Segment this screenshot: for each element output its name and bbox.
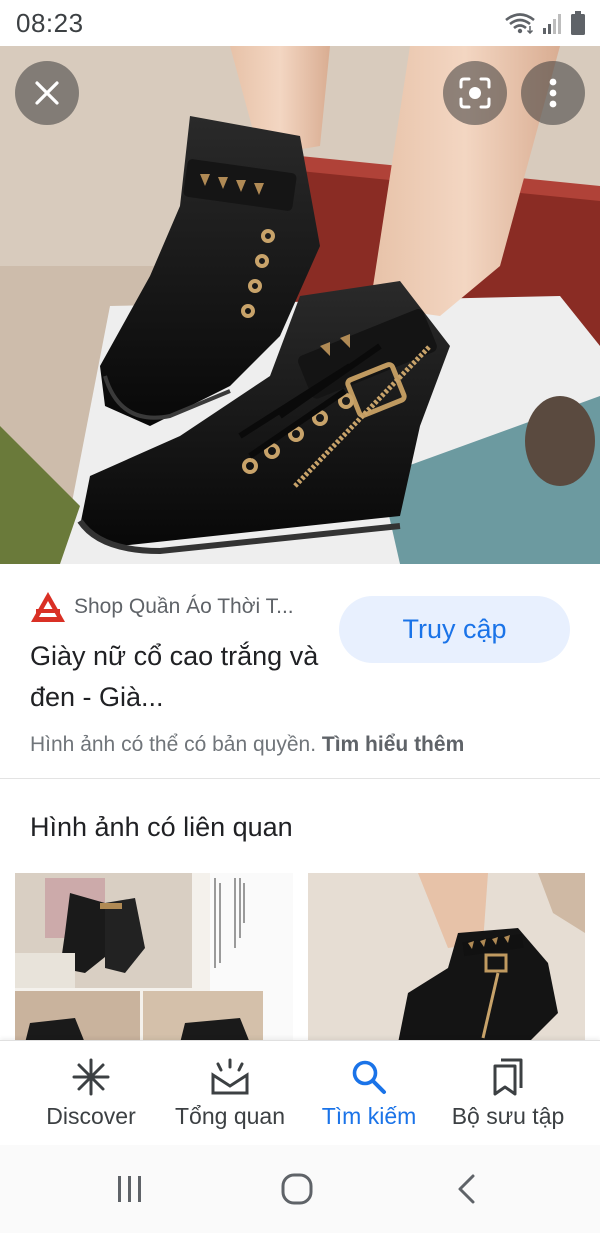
collections-icon [491, 1057, 525, 1097]
status-bar: 08:23 [0, 0, 600, 46]
nav-label: Discover [46, 1103, 136, 1129]
back-button[interactable] [446, 1171, 486, 1207]
close-icon [35, 81, 59, 105]
nav-discover[interactable]: Discover [36, 1041, 146, 1145]
shoes-photo [0, 46, 600, 564]
wifi-icon [505, 13, 535, 34]
related-image-thumbnail[interactable] [15, 873, 293, 1043]
nav-label: Bộ sưu tập [451, 1103, 565, 1129]
nav-overview[interactable]: Tổng quan [168, 1041, 292, 1145]
home-icon [281, 1173, 313, 1205]
site-logo-icon [31, 592, 65, 622]
source-name: Shop Quần Áo Thời T... [74, 595, 294, 618]
updates-icon [210, 1057, 250, 1097]
related-images-heading: Hình ảnh có liên quan [30, 812, 293, 842]
battery-icon [571, 11, 585, 35]
related-image-2 [308, 873, 585, 1043]
lens-icon [459, 77, 491, 109]
close-button[interactable] [15, 61, 79, 125]
copyright-text: Hình ảnh có thể có bản quyền. [30, 733, 317, 756]
search-icon [351, 1057, 387, 1097]
related-image-thumbnail[interactable] [308, 873, 585, 1043]
status-icons [504, 10, 586, 36]
nav-search[interactable]: Tìm kiếm [313, 1041, 425, 1145]
related-image-1 [15, 873, 293, 1043]
nav-label: Tìm kiếm [321, 1103, 417, 1129]
hero-image[interactable] [0, 46, 600, 564]
signal-icon [543, 14, 561, 34]
recents-button[interactable] [110, 1171, 150, 1207]
learn-more-link[interactable]: Tìm hiểu thêm [322, 733, 464, 756]
lens-button[interactable] [443, 61, 507, 125]
recents-icon [118, 1176, 141, 1202]
copyright-notice: Hình ảnh có thể có bản quyền. Tìm hiểu t… [30, 733, 464, 757]
result-title[interactable]: Giày nữ cổ cao trắng và đen - Già... [30, 636, 330, 718]
more-vert-icon [549, 78, 557, 108]
home-button[interactable] [277, 1171, 317, 1207]
source-row[interactable]: Shop Quần Áo Thời T... [30, 590, 294, 624]
divider [0, 778, 600, 779]
back-icon [458, 1174, 475, 1204]
nav-label: Tổng quan [175, 1103, 285, 1129]
bottom-navigation: Discover Tổng quan Tìm kiếm Bộ sưu tập [0, 1040, 600, 1145]
nav-collections[interactable]: Bộ sưu tập [444, 1041, 572, 1145]
status-time: 08:23 [16, 8, 84, 38]
asterisk-icon [72, 1057, 110, 1097]
system-navigation-bar [0, 1145, 600, 1233]
more-options-button[interactable] [521, 61, 585, 125]
visit-button[interactable]: Truy cập [339, 596, 570, 663]
